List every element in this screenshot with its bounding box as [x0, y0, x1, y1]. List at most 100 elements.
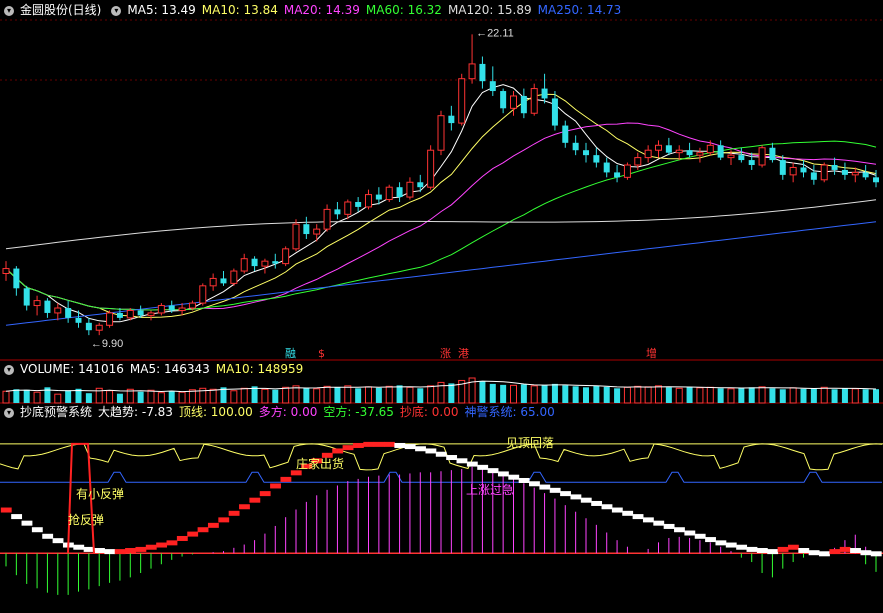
volume-bar — [748, 387, 755, 403]
candle-body — [686, 150, 693, 156]
trend-block — [0, 507, 12, 513]
candle-body — [209, 277, 217, 287]
volume-bar — [85, 393, 92, 403]
volume-bar — [541, 384, 548, 403]
candle-body — [157, 305, 165, 314]
trend-block — [290, 470, 302, 476]
trend-block — [94, 548, 105, 554]
volume-bar — [686, 386, 693, 403]
trend-block — [570, 494, 582, 500]
trend-block — [860, 550, 872, 556]
volume-bar — [168, 391, 175, 403]
trend-block — [332, 448, 344, 454]
indicator-layer: 有小反弹抢反弹 庄家出货上涨过急 见顶回落 — [0, 436, 883, 595]
candle-body — [126, 309, 134, 319]
candle-body — [406, 181, 414, 198]
trend-block — [653, 520, 665, 526]
trend-block — [798, 548, 810, 554]
trend-block — [31, 527, 43, 533]
high-price-label: ←22.11 — [476, 27, 514, 39]
trend-block — [249, 497, 261, 503]
stock-chart[interactable]: ←22.11 ←9.90 融 $ 涨港 增 有小反弹抢反弹 庄家出货上涨过急 见顶回落 — [0, 0, 883, 613]
trend-block — [228, 510, 240, 516]
volume-bar — [634, 385, 642, 404]
volume-bar — [623, 386, 631, 404]
candle-body — [655, 144, 662, 151]
candle-body — [583, 150, 589, 156]
candle-body — [168, 305, 175, 311]
candle-body — [572, 142, 579, 151]
candle-body — [437, 115, 445, 151]
trend-block — [145, 544, 157, 550]
candle-body — [748, 160, 755, 166]
candle-body — [23, 288, 30, 306]
volume-bar — [862, 389, 869, 403]
candle-body — [769, 147, 776, 161]
candle-body — [44, 300, 51, 313]
candle-body — [614, 172, 621, 178]
volume-bar — [873, 389, 879, 403]
trend-block — [125, 548, 136, 554]
candle-body — [313, 228, 321, 235]
trend-block — [435, 451, 447, 457]
volume-bar — [831, 389, 838, 403]
candle-body — [820, 164, 828, 181]
volume-bar — [696, 387, 704, 404]
candle-body — [365, 194, 372, 208]
candle-body — [272, 261, 279, 264]
volume-bar — [292, 385, 300, 404]
trend-block — [870, 551, 882, 557]
candle-body — [500, 91, 507, 109]
trend-block — [446, 455, 458, 461]
trend-block — [259, 491, 271, 497]
volume-bar — [427, 385, 435, 404]
volume-bar — [562, 385, 569, 403]
trend-block — [549, 487, 561, 493]
trend-block — [352, 442, 364, 448]
volume-bar — [603, 386, 610, 403]
candle-body — [116, 312, 123, 318]
volume-bar — [282, 386, 290, 404]
trend-block — [518, 477, 530, 483]
candle-body — [251, 258, 258, 267]
candle-body — [334, 209, 341, 215]
trend-block — [694, 533, 706, 539]
volume-bar — [510, 384, 517, 404]
candle-body — [717, 145, 724, 158]
trend-block — [218, 517, 230, 523]
volume-bar — [810, 388, 817, 403]
volume-bar — [758, 386, 766, 404]
event-marker: $ — [318, 347, 325, 360]
candle-body — [862, 172, 869, 178]
volume-bar — [157, 392, 165, 404]
candle-body — [396, 187, 403, 198]
volume-bar — [448, 383, 455, 403]
signal-text: 有小反弹 — [76, 487, 124, 501]
volume-bar — [209, 388, 217, 404]
candle-body — [385, 186, 393, 201]
trend-block — [207, 522, 219, 528]
volume-bar — [417, 388, 424, 403]
trend-block — [104, 549, 116, 555]
trend-block — [736, 544, 748, 550]
signal-text: 庄家出货 — [296, 456, 344, 471]
trend-block — [611, 507, 623, 513]
candle-body — [530, 88, 538, 114]
trend-block — [746, 546, 758, 552]
candle-body — [841, 169, 848, 175]
candle-body — [54, 307, 62, 314]
candle-body — [65, 308, 72, 318]
candle-body — [644, 149, 652, 159]
trend-block — [560, 491, 571, 497]
trend-block — [363, 441, 375, 447]
candle-body — [675, 149, 683, 154]
trend-block — [73, 544, 85, 550]
candle-body — [75, 317, 82, 323]
trend-block — [632, 514, 644, 520]
volume-bar — [344, 385, 352, 404]
volume-bar — [65, 390, 72, 403]
trend-block — [187, 531, 199, 537]
volume-bar — [489, 383, 496, 403]
low-price-label: ←9.90 — [91, 338, 123, 350]
trend-block — [601, 504, 613, 510]
